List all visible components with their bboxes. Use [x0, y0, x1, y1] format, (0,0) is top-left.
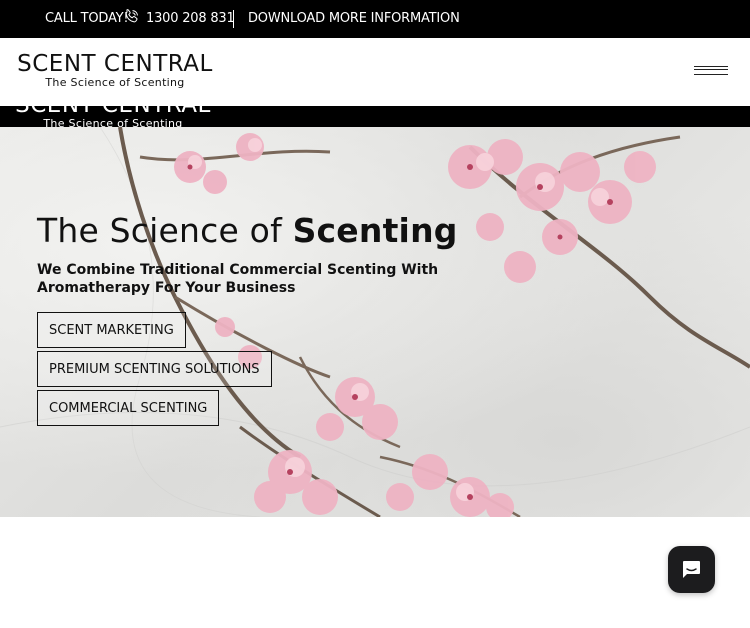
call-today-label: CALL TODAY!: [45, 11, 129, 26]
chat-bubble-icon[interactable]: [668, 546, 715, 593]
topbar-divider: [233, 10, 234, 28]
hero-subtitle: We Combine Traditional Commercial Scenti…: [37, 262, 439, 296]
hero-title: The Science of Scenting: [37, 211, 458, 250]
hero-section: The Science of Scenting We Combine Tradi…: [0, 127, 750, 517]
download-info-link[interactable]: DOWNLOAD MORE INFORMATION: [248, 11, 460, 26]
commercial-scenting-button[interactable]: COMMERCIAL SCENTING: [37, 390, 220, 426]
phone-icon: [125, 9, 138, 23]
hero-title-regular: The Science of: [37, 211, 293, 250]
premium-scenting-solutions-button[interactable]: PREMIUM SCENTING SOLUTIONS: [37, 351, 272, 387]
hero-title-bold: Scenting: [292, 211, 458, 250]
logo-tagline: The Science of Scenting: [45, 76, 185, 89]
scent-marketing-button[interactable]: SCENT MARKETING: [37, 312, 186, 348]
phone-number-link[interactable]: 1300 208 831: [146, 11, 235, 26]
chat-glyph-icon: [683, 561, 700, 578]
sticky-header-strip: SCENT CENTRAL The Science of Scenting: [0, 106, 750, 127]
hamburger-menu-icon[interactable]: [694, 66, 728, 78]
sticky-logo[interactable]: SCENT CENTRAL The Science of Scenting: [14, 106, 212, 127]
site-logo[interactable]: SCENT CENTRAL The Science of Scenting: [16, 51, 214, 89]
top-contact-bar: CALL TODAY! 1300 208 831 DOWNLOAD MORE I…: [0, 0, 750, 38]
logo-name: SCENT CENTRAL: [17, 51, 213, 77]
sticky-logo-tagline: The Science of Scenting: [43, 117, 183, 128]
site-header: SCENT CENTRAL The Science of Scenting: [0, 38, 750, 106]
